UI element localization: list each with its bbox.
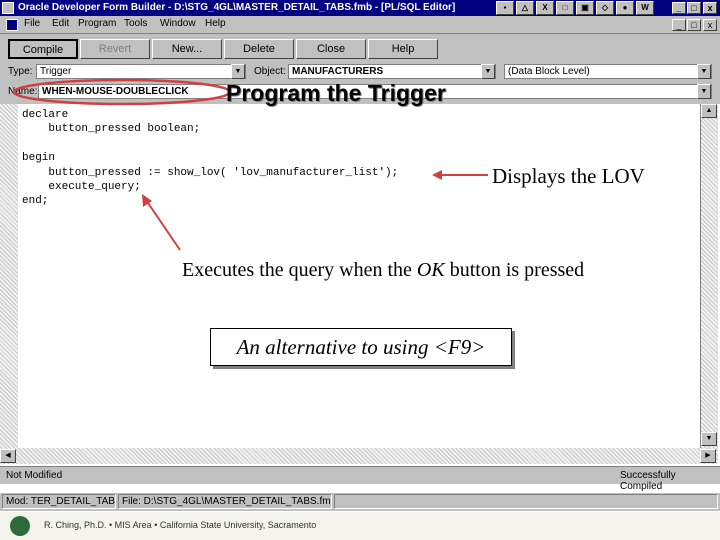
displays-lov-caption: Displays the LOV <box>492 164 645 188</box>
caption-ok: OK <box>416 259 445 281</box>
executes-query-caption: Executes the query when the OK button is… <box>182 259 584 282</box>
program-trigger-caption: Program the Trigger <box>226 80 446 106</box>
highlight-ellipse <box>12 78 232 106</box>
alternative-callout: An alternative to using <F9> <box>210 328 512 366</box>
query-arrow <box>145 199 181 251</box>
caption-part: button is pressed <box>444 259 585 281</box>
lov-arrowhead <box>432 170 442 180</box>
caption-part: Executes the query when the <box>182 259 417 281</box>
